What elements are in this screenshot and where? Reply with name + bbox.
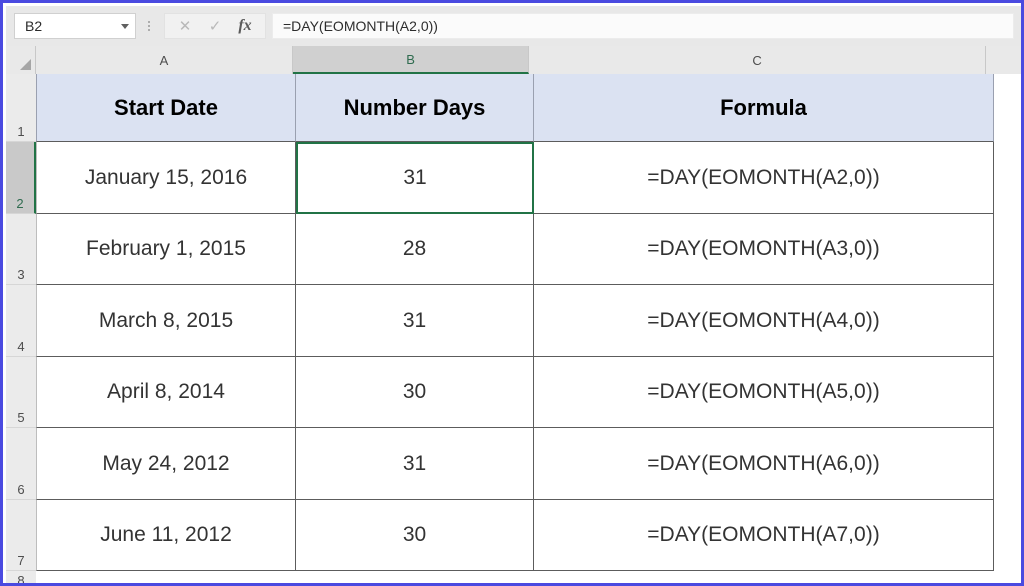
chevron-down-icon[interactable] — [121, 24, 129, 29]
cancel-icon[interactable]: ✕ — [171, 15, 199, 37]
cell-d8[interactable] — [994, 571, 1024, 586]
cell-d5[interactable] — [994, 357, 1024, 428]
cell-a8[interactable] — [36, 571, 296, 586]
more-options-icon[interactable] — [140, 13, 158, 39]
column-header-b[interactable]: B — [293, 46, 529, 74]
table-row: February 1, 2015 28 =DAY(EOMONTH(A3,0)) — [36, 214, 1024, 285]
select-all-corner[interactable] — [6, 46, 36, 74]
cell-d1[interactable] — [994, 74, 1024, 142]
cell-d3[interactable] — [994, 214, 1024, 285]
table-row: April 8, 2014 30 =DAY(EOMONTH(A5,0)) — [36, 357, 1024, 428]
name-box-value: B2 — [25, 18, 42, 34]
cell-a6[interactable]: May 24, 2012 — [36, 428, 296, 500]
row-header-8[interactable]: 8 — [6, 571, 36, 586]
table-row: March 8, 2015 31 =DAY(EOMONTH(A4,0)) — [36, 285, 1024, 357]
cell-d2[interactable] — [994, 142, 1024, 214]
table-row: January 15, 2016 31 =DAY(EOMONTH(A2,0)) — [36, 142, 1024, 214]
column-header-c[interactable]: C — [529, 46, 987, 74]
row-header-1[interactable]: 1 — [6, 74, 36, 142]
cell-b1[interactable]: Number Days — [296, 74, 534, 142]
name-box[interactable]: B2 — [14, 13, 136, 39]
cell-d4[interactable] — [994, 285, 1024, 357]
formula-bar: B2 ✕ ✓ fx =DAY(EOMONTH(A2,0)) — [6, 6, 1024, 46]
spreadsheet-window: B2 ✕ ✓ fx =DAY(EOMONTH(A2,0)) A B C — [0, 0, 1024, 586]
cell-a4[interactable]: March 8, 2015 — [36, 285, 296, 357]
cell-b3[interactable]: 28 — [296, 214, 534, 285]
grid-body: 1 2 3 4 5 6 7 8 Start Date Number Days F… — [6, 74, 1024, 586]
worksheet-grid: A B C 1 2 3 4 5 6 7 8 Start Date N — [6, 46, 1024, 586]
cell-b2[interactable]: 31 — [296, 142, 534, 214]
table-row: June 11, 2012 30 =DAY(EOMONTH(A7,0)) — [36, 500, 1024, 571]
row-header-6[interactable]: 6 — [6, 428, 36, 500]
cell-a3[interactable]: February 1, 2015 — [36, 214, 296, 285]
row-header-3[interactable]: 3 — [6, 214, 36, 285]
row-header-gutter: 1 2 3 4 5 6 7 8 — [6, 74, 36, 586]
select-all-triangle-icon — [20, 59, 31, 70]
row-header-5[interactable]: 5 — [6, 357, 36, 428]
cell-c4[interactable]: =DAY(EOMONTH(A4,0)) — [534, 285, 994, 357]
confirm-check-icon[interactable]: ✓ — [201, 15, 229, 37]
table-row — [36, 571, 1024, 586]
cell-b5[interactable]: 30 — [296, 357, 534, 428]
cell-c1[interactable]: Formula — [534, 74, 994, 142]
cell-d6[interactable] — [994, 428, 1024, 500]
cell-c2[interactable]: =DAY(EOMONTH(A2,0)) — [534, 142, 994, 214]
cell-a2[interactable]: January 15, 2016 — [36, 142, 296, 214]
cell-c6[interactable]: =DAY(EOMONTH(A6,0)) — [534, 428, 994, 500]
cell-a5[interactable]: April 8, 2014 — [36, 357, 296, 428]
row-header-2[interactable]: 2 — [6, 142, 36, 214]
cell-c3[interactable]: =DAY(EOMONTH(A3,0)) — [534, 214, 994, 285]
cell-b6[interactable]: 31 — [296, 428, 534, 500]
formula-bar-buttons: ✕ ✓ fx — [164, 13, 266, 39]
column-header-filler — [986, 46, 1024, 74]
cell-b8[interactable] — [296, 571, 534, 586]
cell-c5[interactable]: =DAY(EOMONTH(A5,0)) — [534, 357, 994, 428]
cell-b7[interactable]: 30 — [296, 500, 534, 571]
table-header-row: Start Date Number Days Formula — [36, 74, 1024, 142]
column-header-a[interactable]: A — [36, 46, 293, 74]
formula-input[interactable]: =DAY(EOMONTH(A2,0)) — [272, 13, 1014, 39]
table-row: May 24, 2012 31 =DAY(EOMONTH(A6,0)) — [36, 428, 1024, 500]
column-header-row: A B C — [6, 46, 1024, 74]
cell-c7[interactable]: =DAY(EOMONTH(A7,0)) — [534, 500, 994, 571]
cell-a1[interactable]: Start Date — [36, 74, 296, 142]
insert-function-icon[interactable]: fx — [231, 15, 259, 37]
cell-d7[interactable] — [994, 500, 1024, 571]
cell-c8[interactable] — [534, 571, 994, 586]
cell-b4[interactable]: 31 — [296, 285, 534, 357]
row-header-7[interactable]: 7 — [6, 500, 36, 571]
row-header-4[interactable]: 4 — [6, 285, 36, 357]
cell-area: Start Date Number Days Formula January 1… — [36, 74, 1024, 586]
cell-a7[interactable]: June 11, 2012 — [36, 500, 296, 571]
